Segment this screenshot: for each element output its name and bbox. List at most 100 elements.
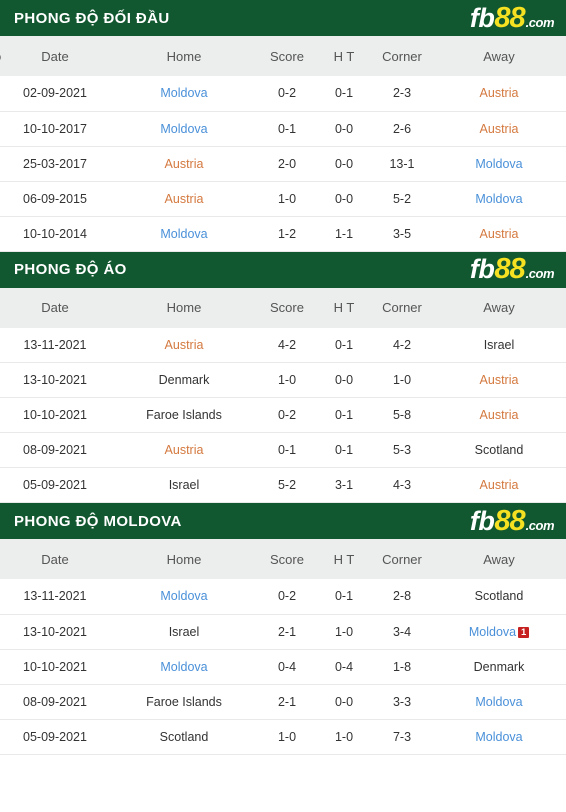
section-title: PHONG ĐỘ ĐỐI ĐẦU	[14, 9, 170, 27]
column-header-date: ọ Date	[0, 36, 110, 76]
cell-corner: 3-5	[392, 226, 412, 241]
away-team-name: Scotland	[474, 443, 524, 457]
cell-corner: 5-2	[392, 191, 412, 206]
cell-score: 1-2	[277, 226, 297, 241]
cell-score: 0-1	[277, 443, 297, 457]
away-team: Moldova	[475, 730, 522, 744]
cell-score: 1-0	[277, 729, 297, 744]
fb88-logo[interactable]: fb 88 .com	[470, 253, 555, 285]
clipped-header-glyph: ọ	[0, 36, 1, 76]
cell-date: 13-10-2021	[23, 373, 87, 387]
table-row[interactable]: 08-09-2021 Faroe Islands 2-1 0-0 3-3 Moldova	[0, 684, 566, 719]
column-header-score: Score	[258, 539, 316, 579]
cell-halftime-score: 0-0	[334, 694, 354, 709]
table-row[interactable]: 10-10-2014 Moldova 1-2 1-1 3-5 Austria	[0, 216, 566, 251]
table-row[interactable]: 10-10-2021 Faroe Islands 0-2 0-1 5-8 Austria	[0, 398, 566, 433]
cell-score: 4-2	[277, 337, 297, 352]
table-row[interactable]: 13-10-2021 Israel 2-1 1-0 3-4 Moldova 1	[0, 614, 566, 649]
column-header-date-label: Date	[41, 48, 69, 64]
table-header-row: Date Home Score H T Corner Away	[0, 539, 566, 579]
logo-88-text: 88	[494, 253, 525, 285]
home-team: Faroe Islands	[146, 409, 222, 422]
cell-date: 02-09-2021	[23, 86, 87, 101]
form-table-wrapper: Date Home Score H T Corner Away 13-11-2021 Aust…	[0, 287, 566, 503]
column-header-home: Home	[110, 539, 258, 579]
home-team: Israel	[169, 625, 200, 639]
cell-away-team: Austria	[432, 468, 566, 503]
cell-date: 10-10-2021	[23, 659, 87, 674]
cell-home-team: Austria	[110, 328, 258, 363]
away-team: Scotland	[475, 590, 524, 603]
home-team: Austria	[165, 444, 204, 457]
column-header-home: Home	[110, 36, 258, 76]
cell-away-team: Austria	[432, 363, 566, 398]
cell-home-team: Austria	[110, 181, 258, 216]
cell-home-team: Moldova	[110, 76, 258, 111]
away-team-name: Austria	[479, 373, 519, 387]
column-header-score: Score	[258, 287, 316, 328]
cell-date: 25-03-2017	[23, 156, 87, 171]
cell-corner: 5-8	[392, 408, 412, 422]
cell-away-team: Moldova 1	[432, 614, 566, 649]
logo-dotcom-text: .com	[525, 266, 555, 281]
logo-88-text: 88	[494, 1, 525, 34]
home-team: Austria	[164, 191, 204, 206]
cell-date: 13-11-2021	[23, 589, 87, 604]
cell-corner: 3-4	[392, 624, 412, 639]
table-row[interactable]: 13-11-2021 Austria 4-2 0-1 4-2 Israel	[0, 328, 566, 363]
table-row[interactable]: 02-09-2021 Moldova 0-2 0-1 2-3 Austria	[0, 76, 566, 111]
away-team-name: Moldova	[475, 156, 523, 171]
section-header: PHONG ĐỘ ÁO fb 88 .com	[0, 251, 566, 288]
home-team-name: Austria	[164, 191, 204, 206]
cell-halftime-score: 0-1	[334, 408, 354, 422]
away-team: Moldova	[475, 156, 523, 171]
cell-home-team: Austria	[110, 433, 258, 468]
table-row[interactable]: 10-10-2021 Moldova 0-4 0-4 1-8 Denmark	[0, 649, 566, 684]
table-row[interactable]: 13-11-2021 Moldova 0-2 0-1 2-8 Scotland	[0, 579, 566, 614]
section-header: PHONG ĐỘ MOLDOVA fb 88 .com	[0, 503, 566, 539]
away-team: Austria	[480, 122, 519, 136]
cell-score: 2-1	[277, 624, 297, 639]
home-team: Austria	[164, 156, 204, 171]
cell-date: 08-09-2021	[23, 443, 87, 457]
cell-away-team: Austria	[432, 76, 566, 111]
column-header-score: Score	[258, 36, 316, 76]
cell-halftime-score: 0-4	[334, 659, 354, 674]
table-row[interactable]: 08-09-2021 Austria 0-1 0-1 5-3 Scotland	[0, 433, 566, 468]
away-team: Denmark	[474, 660, 525, 674]
logo-dotcom-text: .com	[525, 14, 555, 30]
cell-home-team: Denmark	[110, 363, 258, 398]
table-row[interactable]: 05-09-2021 Israel 5-2 3-1 4-3 Austria	[0, 468, 566, 503]
table-row[interactable]: 25-03-2017 Austria 2-0 0-0 13-1 Moldova	[0, 146, 566, 181]
column-header-ht: H T	[316, 36, 372, 76]
cell-date: 10-10-2014	[23, 226, 87, 241]
home-team-name: Austria	[164, 156, 204, 171]
fb88-logo[interactable]: fb 88 .com	[470, 1, 555, 34]
home-team: Moldova	[160, 590, 207, 603]
table-row[interactable]: 06-09-2015 Austria 1-0 0-0 5-2 Moldova	[0, 181, 566, 216]
cell-corner: 5-3	[392, 443, 412, 457]
home-team-name: Moldova	[160, 86, 208, 101]
table-header-row: ọ Date HomeScoreH TCornerAway	[0, 36, 566, 76]
cell-away-team: Denmark	[432, 649, 566, 684]
column-header-corner: Corner	[372, 36, 432, 76]
logo-88-text: 88	[494, 504, 525, 537]
cell-home-team: Israel	[110, 468, 258, 503]
fb88-logo[interactable]: fb 88 .com	[470, 504, 555, 537]
home-team-name: Faroe Islands	[146, 694, 222, 709]
cell-away-team: Moldova	[432, 146, 566, 181]
cell-corner: 7-3	[392, 729, 412, 744]
table-row[interactable]: 13-10-2021 Denmark 1-0 0-0 1-0 Austria	[0, 363, 566, 398]
home-team: Denmark	[159, 374, 210, 387]
cell-home-team: Moldova	[110, 579, 258, 614]
home-team: Scotland	[160, 730, 209, 744]
table-row[interactable]: 10-10-2017 Moldova 0-1 0-0 2-6 Austria	[0, 111, 566, 146]
cell-corner: 3-3	[392, 694, 412, 709]
cell-home-team: Scotland	[110, 719, 258, 754]
away-team: Moldova	[475, 192, 522, 206]
cell-score: 0-2	[277, 589, 297, 604]
cell-home-team: Austria	[110, 146, 258, 181]
cell-away-team: Moldova	[432, 181, 566, 216]
cell-halftime-score: 0-0	[334, 121, 354, 136]
table-row[interactable]: 05-09-2021 Scotland 1-0 1-0 7-3 Moldova	[0, 719, 566, 754]
